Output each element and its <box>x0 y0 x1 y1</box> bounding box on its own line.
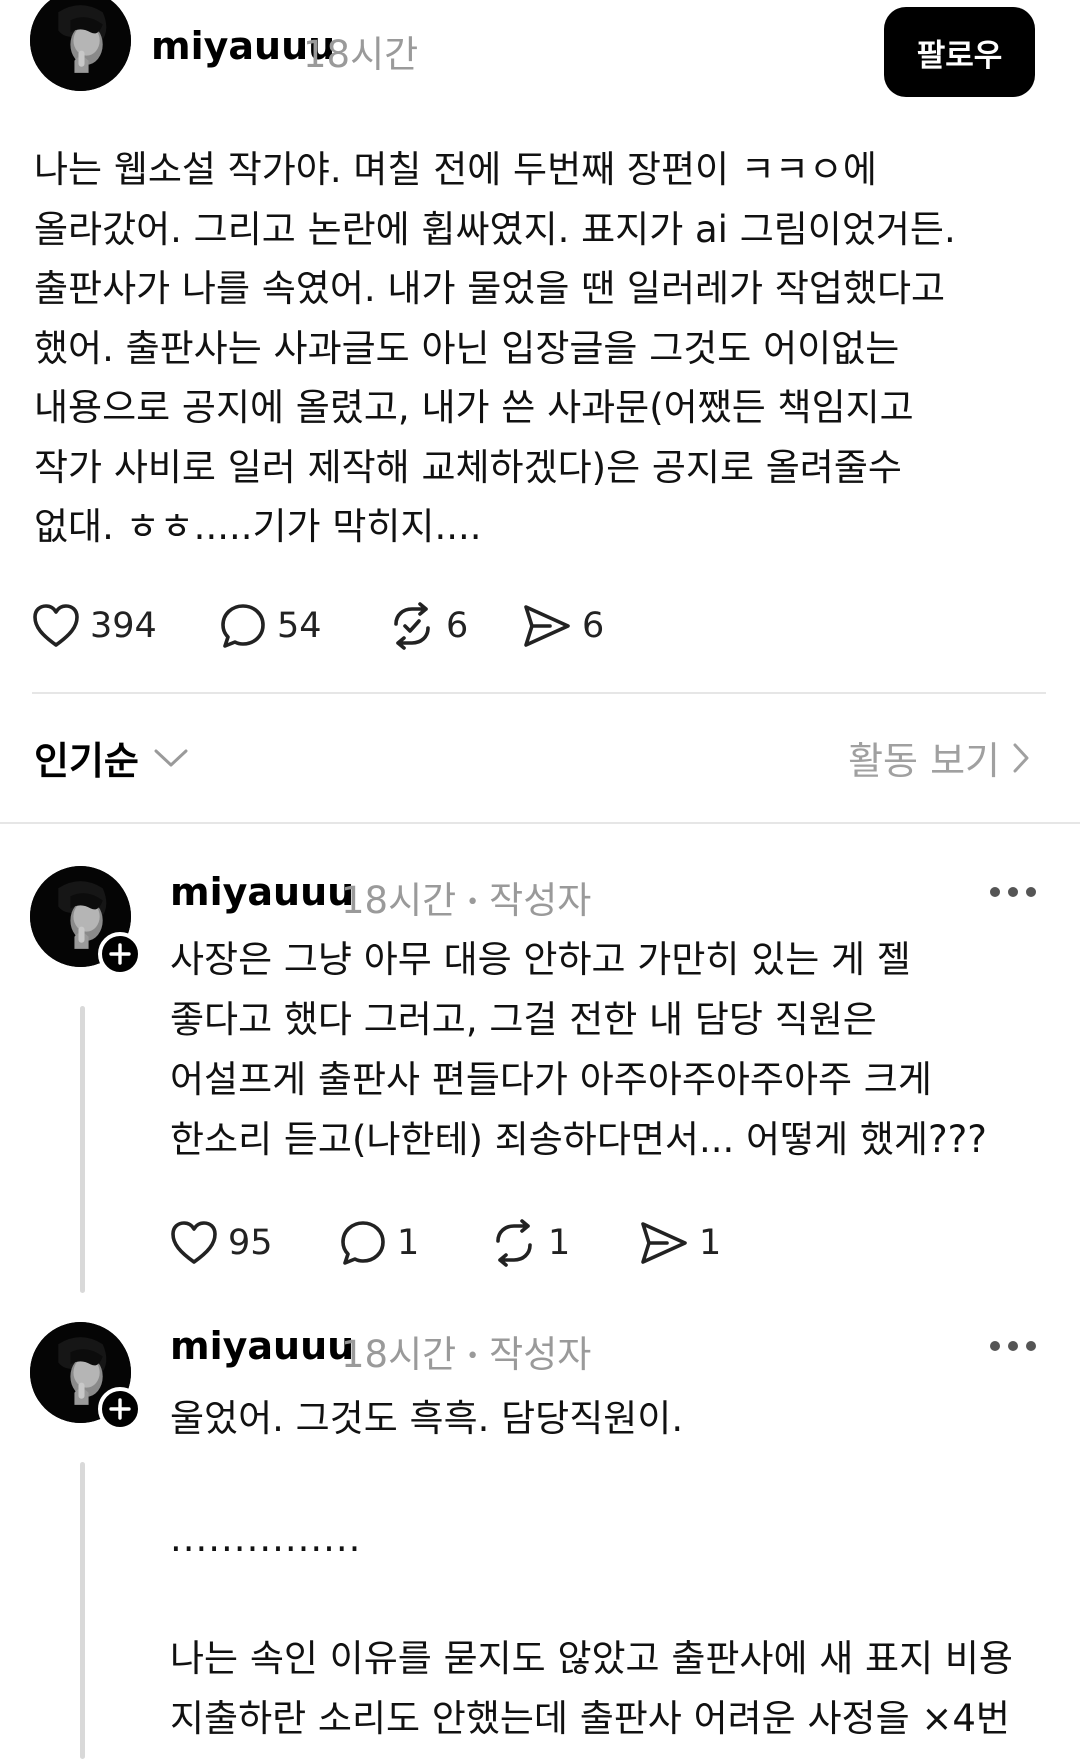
repost-icon <box>496 1219 532 1267</box>
reply-username[interactable]: miyauuu <box>170 1324 354 1368</box>
reply-line: 째 반복하며 울어.......이분 나보다 나이 많아...... <box>170 1749 1050 1759</box>
repost-count: 6 <box>446 606 469 646</box>
reply-username[interactable]: miyauuu <box>170 870 354 914</box>
share-count: 6 <box>582 606 605 646</box>
post-actions: 394 54 6 6 <box>32 602 604 650</box>
reply-line: 지출하란 소리도 안했는데 출판사 어려운 사정을 ×4번 <box>170 1697 1010 1740</box>
reply-body: 사장은 그냥 아무 대응 안하고 가만히 있는 게 젤 좋다고 했다 그러고, … <box>170 930 1050 1170</box>
avatar[interactable] <box>30 0 131 91</box>
view-activity-link[interactable]: 활동 보기 <box>848 730 1030 785</box>
post-line: 내용으로 공지에 올렸고, 내가 쓴 사과문(어쨌든 책임지고 <box>34 386 914 429</box>
follow-plus-badge[interactable] <box>98 1387 142 1431</box>
send-icon <box>641 1222 687 1264</box>
meta-separator: • <box>466 890 480 915</box>
meta-separator: • <box>466 1344 480 1369</box>
reply-line: 나는 속인 이유를 묻지도 않았고 출판사에 새 표지 비용 <box>170 1637 1013 1680</box>
chevron-right-icon <box>1013 743 1029 772</box>
reply-line: 한소리 듣고(나한테) 죄송하다면서... 어떻게 했게??? <box>170 1118 987 1161</box>
comment-count: 1 <box>397 1223 420 1263</box>
follow-button[interactable]: 팔로우 <box>884 7 1035 97</box>
author-tag: 작성자 <box>489 879 592 922</box>
share-button[interactable]: 6 <box>522 603 604 649</box>
comment-button[interactable]: 1 <box>339 1219 490 1267</box>
plus-icon <box>109 1398 131 1420</box>
thread-line <box>80 1462 85 1759</box>
avatar-photo <box>30 0 131 91</box>
heart-icon <box>171 1221 217 1264</box>
post-line: 올라갔어. 그리고 논란에 휩싸였지. 표지가 ai 그림이었거든. <box>34 207 956 251</box>
author-tag: 작성자 <box>489 1333 592 1376</box>
chevron-down-icon <box>154 749 188 766</box>
reply-line: 울었어. 그것도 흑흑. 담당직원이. <box>170 1397 684 1440</box>
plus-icon <box>109 943 131 965</box>
reply-body: 울었어. 그것도 흑흑. 담당직원이. ............... 나는 속… <box>170 1389 1050 1759</box>
reply-timestamp: 18시간 <box>341 1333 457 1376</box>
thread-line <box>80 1006 85 1293</box>
repost-button[interactable]: 6 <box>388 602 522 650</box>
reply-line: 사장은 그냥 아무 대응 안하고 가만히 있는 게 젤 <box>170 938 911 981</box>
repost-button[interactable]: 1 <box>490 1219 639 1267</box>
sort-dropdown[interactable]: 인기순 <box>34 730 189 785</box>
heart-icon <box>33 604 79 647</box>
divider <box>32 692 1046 694</box>
thread-page: miyauuu 18시간 팔로우 나는 웹소설 작가야. 며칠 전에 두번째 장… <box>0 0 1080 1759</box>
reply-timestamp: 18시간 <box>341 879 457 922</box>
like-count: 95 <box>228 1223 273 1263</box>
reply-line: 어설프게 출판사 편들다가 아주아주아주아주 크게 <box>170 1058 932 1101</box>
repost-icon <box>394 602 430 650</box>
follow-plus-badge[interactable] <box>98 932 142 976</box>
sort-label: 인기순 <box>34 739 139 783</box>
divider <box>0 822 1080 824</box>
post-line: 작가 사비로 일러 제작해 교체하겠다)은 공지로 올려줄수 <box>34 445 902 489</box>
reply-line: ............... <box>170 1517 362 1560</box>
more-options-button[interactable] <box>990 885 1036 899</box>
post-line: 출판사가 나를 속였어. 내가 물었을 땐 일러레가 작업했다고 <box>34 267 946 310</box>
send-icon <box>524 605 570 647</box>
share-count: 1 <box>699 1223 722 1263</box>
reply-actions: 95 1 1 1 <box>170 1219 721 1267</box>
reply-meta: 18시간 • 작성자 <box>341 1324 591 1378</box>
post-timestamp: 18시간 <box>303 33 419 76</box>
like-count: 394 <box>90 606 157 646</box>
post-line: 나는 웹소설 작가야. 며칠 전에 두번째 장편이 ㅋㅋㅇ에 <box>34 148 877 191</box>
more-options-button[interactable] <box>990 1339 1036 1353</box>
comment-button[interactable]: 54 <box>219 602 388 650</box>
comment-icon <box>341 1221 385 1265</box>
post-line: 없대. ㅎㅎ.....기가 막히지.... <box>34 505 482 548</box>
share-button[interactable]: 1 <box>639 1220 721 1266</box>
like-button[interactable]: 95 <box>170 1220 339 1266</box>
comment-count: 54 <box>277 606 322 646</box>
like-button[interactable]: 394 <box>32 603 219 649</box>
activity-label: 활동 보기 <box>848 739 1000 783</box>
post-body: 나는 웹소설 작가야. 며칠 전에 두번째 장편이 ㅋㅋㅇ에 올라갔어. 그리고… <box>34 140 1044 557</box>
reply-line: 좋다고 했다 그러고, 그걸 전한 내 담당 직원은 <box>170 998 877 1041</box>
comment-icon <box>221 604 265 648</box>
repost-count: 1 <box>548 1223 571 1263</box>
post-line: 했어. 출판사는 사과글도 아닌 입장글을 그것도 어이없는 <box>34 326 900 370</box>
reply-meta: 18시간 • 작성자 <box>341 870 591 924</box>
